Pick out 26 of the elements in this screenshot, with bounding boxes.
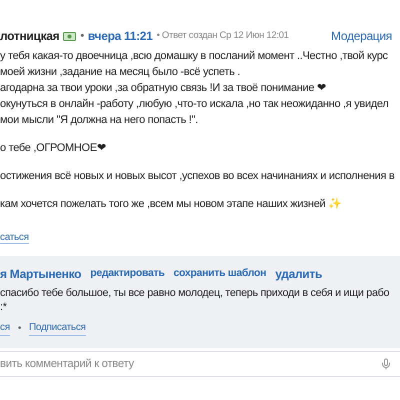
comment-author[interactable]: я Мартыненко [0, 265, 82, 283]
answer-text-line: остижения всё новых и новых высот ,успехов во всех начинаниях и исполнения в [0, 169, 396, 184]
comment-action-link[interactable]: сохранить шаблон [174, 266, 266, 282]
answer-time[interactable]: вчера 11:21 [88, 27, 153, 45]
answer-text-line: моей жизни ,задание на месяц было -всё успеть . [0, 65, 242, 80]
separator-dot: • [18, 322, 22, 336]
answer-text-line: о тебе ,ОГРОМНОЕ❤ [0, 141, 107, 156]
answer-text-line: кам хочется пожелать того же ,всем мы новом этапе наших жизней ✨ [0, 196, 343, 212]
separator-dot: • [80, 28, 84, 44]
moderation-link[interactable]: Модерация [331, 27, 392, 45]
answer-text-line: у тебя какая-то двоечница ,всю домашку в посланий момент ..Честно ,твой курс [0, 49, 389, 64]
comment-action-link[interactable]: редактировать [90, 266, 164, 282]
comment-action-link[interactable]: удалить [275, 265, 322, 283]
comment-link[interactable]: ся [0, 320, 10, 336]
comment-text-line: спасибо тебе большое, ты все равно молодец, теперь приходи в себя и ищи рабо [0, 286, 390, 300]
answer-meta: • Ответ создан Ср 12 Июн 12:01 [156, 28, 289, 43]
subscribe-link[interactable]: саться [0, 232, 29, 244]
money-icon [63, 32, 76, 40]
answer-text-line: мои мысли "Я должна на него попасть !". [0, 113, 199, 128]
comment-text-line: :* [0, 300, 8, 314]
microphone-icon[interactable] [380, 358, 392, 370]
author-name[interactable]: лотницкая [0, 27, 60, 45]
answer-text-line: окунуться в онлайн -работу ,любую ,что-то искала ,но так неожиданно ,я увидел [0, 97, 390, 112]
answer-text-line: агодарна за твои уроки ,за обратную связь !И за твоё понимание ❤ [0, 81, 327, 96]
subscribe-link[interactable]: Подписаться [29, 320, 86, 336]
reply-input-field[interactable]: вить комментарий к ответу [0, 356, 380, 372]
